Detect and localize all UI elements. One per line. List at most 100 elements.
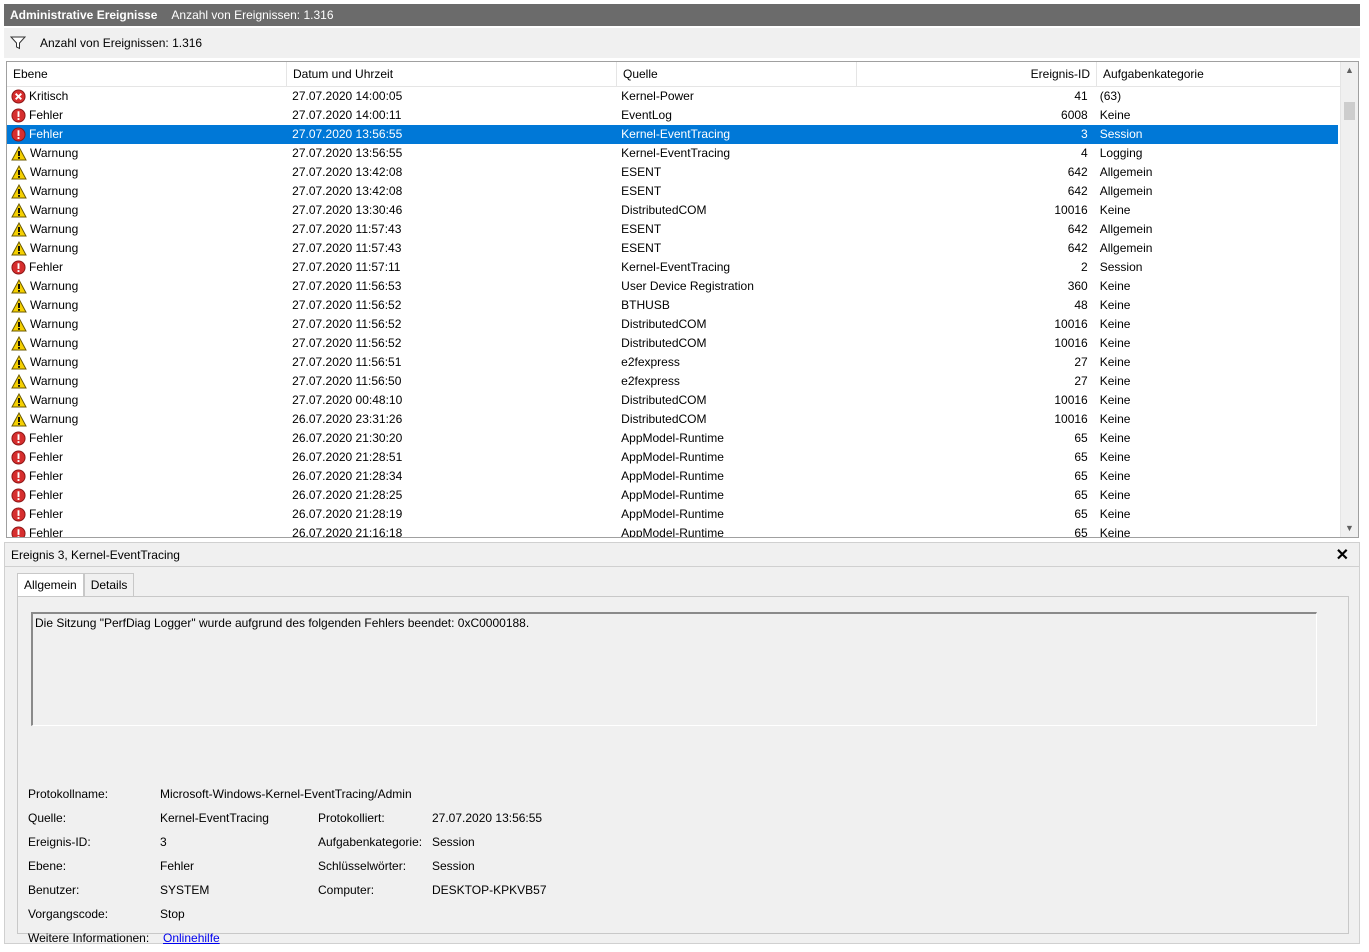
table-row[interactable]: Warnung 27.07.2020 11:57:43 ESENT 642 Allgem… — [7, 239, 1338, 258]
cell-datetime: 27.07.2020 13:56:55 — [292, 127, 403, 141]
warning-icon — [11, 146, 27, 161]
cell-event-id: 360 — [1067, 279, 1088, 293]
warning-icon — [11, 355, 27, 370]
table-row[interactable]: Fehler 26.07.2020 21:28:34 AppModel-Runtim… — [7, 467, 1338, 486]
cell-event-id: 642 — [1067, 184, 1088, 198]
column-header-task-category[interactable]: Aufgabenkategorie — [1097, 62, 1342, 86]
table-row[interactable]: Warnung 27.07.2020 11:56:52 DistributedCOM… — [7, 315, 1338, 334]
event-message[interactable]: Die Sitzung "PerfDiag Logger" wurde aufg… — [31, 612, 1317, 726]
cell-task-category: (63) — [1099, 89, 1122, 103]
prop-logged-value: 27.07.2020 13:56:55 — [432, 811, 543, 825]
scroll-down-icon[interactable]: ▼ — [1341, 520, 1358, 537]
cell-datetime: 27.07.2020 11:57:43 — [292, 241, 402, 255]
tab-details[interactable]: Details — [83, 573, 135, 597]
table-row[interactable]: Fehler 26.07.2020 21:28:19 AppModel-Runtim… — [7, 505, 1338, 524]
table-row[interactable]: Fehler 26.07.2020 21:16:18 AppModel-Runtim… — [7, 524, 1338, 538]
cell-level: Warnung — [7, 315, 286, 334]
event-detail-pane: Ereignis 3, Kernel-EventTracing ✕ Allgem… — [4, 542, 1360, 945]
table-row[interactable]: Warnung 26.07.2020 23:31:26 DistributedCOM… — [7, 410, 1338, 429]
table-row[interactable]: Warnung 27.07.2020 11:56:50 e2fexpress 27 Ke… — [7, 372, 1338, 391]
prop-task-label: Aufgabenkategorie: — [318, 835, 423, 849]
cell-level-text: Warnung — [30, 146, 79, 160]
cell-task-category: Keine — [1099, 203, 1131, 217]
prop-id-value: 3 — [160, 835, 167, 849]
window-event-count: Anzahl von Ereignissen: 1.316 — [171, 8, 334, 22]
column-header-event-id[interactable]: Ereignis-ID — [857, 62, 1097, 86]
vertical-scrollbar[interactable]: ▲ ▼ — [1340, 62, 1358, 537]
tab-allgemein[interactable]: Allgemein — [17, 573, 84, 598]
cell-level: Warnung — [7, 410, 286, 429]
cell-task-category: Keine — [1099, 317, 1131, 331]
cell-datetime: 26.07.2020 21:28:34 — [292, 469, 403, 483]
cell-level: Fehler — [7, 467, 286, 486]
cell-datetime: 26.07.2020 21:28:51 — [292, 450, 403, 464]
table-row[interactable]: Warnung 27.07.2020 00:48:10 DistributedCOM… — [7, 391, 1338, 410]
table-row[interactable]: Warnung 27.07.2020 11:57:43 ESENT 642 Allgem… — [7, 220, 1338, 239]
table-row[interactable]: Warnung 27.07.2020 13:42:08 ESENT 642 Allgem… — [7, 163, 1338, 182]
cell-level-text: Warnung — [30, 165, 79, 179]
table-row[interactable]: Warnung 27.07.2020 11:56:51 e2fexpress 27 Ke… — [7, 353, 1338, 372]
cell-event-id: 65 — [1074, 469, 1088, 483]
cell-event-id: 10016 — [1054, 203, 1088, 217]
close-icon[interactable]: ✕ — [1336, 545, 1349, 565]
window-title: Administrative Ereignisse — [10, 8, 158, 22]
cell-source: AppModel-Runtime — [621, 526, 724, 538]
warning-icon — [11, 241, 27, 256]
cell-source: Kernel-Power — [621, 89, 694, 103]
filter-icon[interactable] — [10, 36, 26, 50]
prop-level-value: Fehler — [160, 859, 195, 873]
cell-event-id: 3 — [1081, 127, 1088, 141]
table-row[interactable]: Warnung 27.07.2020 11:56:52 DistributedCOM… — [7, 334, 1338, 353]
scroll-up-icon[interactable]: ▲ — [1341, 62, 1358, 79]
cell-level: Warnung — [7, 182, 286, 201]
warning-icon — [11, 298, 27, 313]
cell-task-category: Keine — [1099, 488, 1131, 502]
prop-opcode-label: Vorgangscode: — [28, 907, 109, 921]
events-grid[interactable]: Ebene Datum und Uhrzeit Quelle Ereignis-… — [6, 61, 1359, 538]
warning-icon — [11, 412, 27, 427]
cell-level-text: Fehler — [29, 260, 64, 274]
warning-icon — [11, 279, 27, 294]
table-row[interactable]: Fehler 27.07.2020 14:00:11 EventLog 6008 Kei… — [7, 106, 1338, 125]
column-header-level[interactable]: Ebene — [7, 62, 287, 86]
cell-level-text: Fehler — [29, 469, 64, 483]
table-row[interactable]: Warnung 27.07.2020 11:56:53 User Device Re… — [7, 277, 1338, 296]
scrollbar-thumb[interactable] — [1344, 102, 1355, 120]
cell-datetime: 27.07.2020 11:57:43 — [292, 222, 402, 236]
cell-datetime: 27.07.2020 13:42:08 — [292, 165, 403, 179]
cell-task-category: Keine — [1099, 526, 1131, 538]
cell-level: Warnung — [7, 163, 286, 182]
table-row[interactable]: Warnung 27.07.2020 13:42:08 ESENT 642 Allgem… — [7, 182, 1338, 201]
cell-datetime: 26.07.2020 21:28:25 — [292, 488, 403, 502]
online-help-link[interactable]: Onlinehilfe — [163, 931, 220, 945]
table-row[interactable]: Fehler 26.07.2020 21:28:25 AppModel-Runtim… — [7, 486, 1338, 505]
column-header-datetime[interactable]: Datum und Uhrzeit — [287, 62, 617, 86]
prop-user-value: SYSTEM — [160, 883, 210, 897]
cell-level: Fehler — [7, 524, 286, 537]
tab-panel-allgemein: Die Sitzung "PerfDiag Logger" wurde aufg… — [17, 596, 1349, 945]
prop-more-label: Weitere Informationen: — [28, 931, 150, 945]
table-row[interactable]: Fehler 27.07.2020 13:56:55 Kernel-EventTra… — [7, 125, 1338, 144]
cell-event-id: 48 — [1074, 298, 1088, 312]
cell-source: ESENT — [621, 184, 662, 198]
cell-source: ESENT — [621, 241, 662, 255]
table-row[interactable]: Fehler 27.07.2020 11:57:11 Kernel-EventTra… — [7, 258, 1338, 277]
cell-level-text: Warnung — [30, 412, 79, 426]
cell-source: Kernel-EventTracing — [621, 146, 731, 160]
cell-task-category: Allgemein — [1099, 222, 1153, 236]
cell-source: AppModel-Runtime — [621, 488, 724, 502]
table-row[interactable]: Fehler 26.07.2020 21:30:20 AppModel-Runtim… — [7, 429, 1338, 448]
table-row[interactable]: Fehler 26.07.2020 21:28:51 AppModel-Runtim… — [7, 448, 1338, 467]
cell-event-id: 10016 — [1054, 317, 1088, 331]
table-row[interactable]: Warnung 27.07.2020 13:56:55 Kernel-EventTr… — [7, 144, 1338, 163]
cell-event-id: 27 — [1074, 355, 1088, 369]
column-header-source[interactable]: Quelle — [617, 62, 857, 86]
cell-datetime: 26.07.2020 21:28:19 — [292, 507, 403, 521]
prop-computer-value: DESKTOP-KPKVB57 — [432, 883, 547, 897]
cell-level: Warnung — [7, 239, 286, 258]
cell-datetime: 27.07.2020 11:57:11 — [292, 260, 401, 274]
table-row[interactable]: Warnung 27.07.2020 13:30:46 DistributedCOM… — [7, 201, 1338, 220]
table-row[interactable]: Kritisch 27.07.2020 14:00:05 Kernel-Power 4… — [7, 87, 1338, 106]
table-row[interactable]: Warnung 27.07.2020 11:56:52 BTHUSB 48 Keine — [7, 296, 1338, 315]
cell-event-id: 65 — [1074, 488, 1088, 502]
